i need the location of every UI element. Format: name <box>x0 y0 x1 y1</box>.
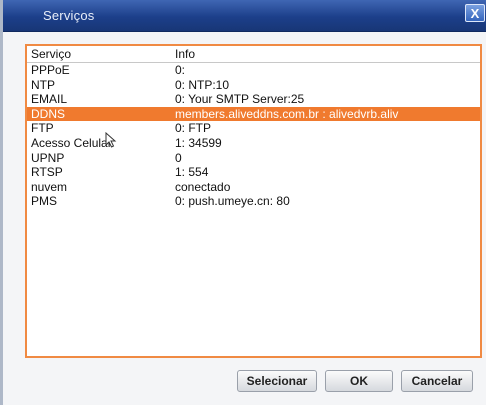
column-header-service[interactable]: Serviço <box>27 46 175 62</box>
table-row[interactable]: PPPoE 0: <box>27 63 480 78</box>
service-name: UPNP <box>31 150 65 165</box>
service-info: 0 <box>175 150 182 165</box>
service-info: 0: FTP <box>175 121 212 136</box>
service-info: 0: <box>175 63 186 77</box>
title-bar[interactable]: Serviços X <box>3 0 486 32</box>
services-dialog: Serviços X Serviço Info PPPoE 0: NTP 0: … <box>0 0 486 405</box>
service-info: 1: 34599 <box>175 135 222 150</box>
service-name: PPPoE <box>31 63 70 77</box>
close-icon[interactable]: X <box>465 4 485 22</box>
column-header-info[interactable]: Info <box>175 46 480 62</box>
service-name: DDNS <box>31 106 66 121</box>
service-name: NTP <box>31 77 55 92</box>
table-row[interactable]: EMAIL 0: Your SMTP Server:25 <box>27 92 480 107</box>
service-name: PMS <box>31 194 58 209</box>
table-row[interactable]: RTSP 1: 554 <box>27 165 480 180</box>
select-button[interactable]: Selecionar <box>237 370 317 392</box>
service-name: Acesso Celular <box>31 135 112 150</box>
service-name: FTP <box>31 121 54 136</box>
service-info: 0: NTP:10 <box>175 77 230 92</box>
service-info: conectado <box>175 179 231 194</box>
service-info: 0: push.umeye.cn: 80 <box>175 194 290 209</box>
table-row[interactable]: NTP 0: NTP:10 <box>27 78 480 93</box>
table-row[interactable]: FTP 0: FTP <box>27 121 480 136</box>
table-row[interactable]: nuvem conectado <box>27 180 480 195</box>
table-row[interactable]: UPNP 0 <box>27 151 480 166</box>
table-row[interactable]: PMS 0: push.umeye.cn: 80 <box>27 194 480 209</box>
dialog-buttons: Selecionar OK Cancelar <box>237 370 473 392</box>
service-name: RTSP <box>31 165 63 180</box>
dialog-title: Serviços <box>43 8 95 23</box>
service-info: 0: Your SMTP Server:25 <box>175 92 305 107</box>
services-table: Serviço Info PPPoE 0: NTP 0: NTP:10 EMAI… <box>25 44 482 358</box>
table-row[interactable]: Acesso Celular 1: 34599 <box>27 136 480 151</box>
ok-button[interactable]: OK <box>325 370 393 392</box>
table-row-selected[interactable]: DDNS members.aliveddns.com.br : alivedvr… <box>27 106 480 122</box>
service-info: members.aliveddns.com.br : alivedvrb.ali… <box>175 106 399 121</box>
service-name: nuvem <box>31 179 68 194</box>
service-info: 1: 554 <box>175 165 209 180</box>
table-header: Serviço Info <box>27 46 480 63</box>
service-name: EMAIL <box>31 92 68 107</box>
cancel-button[interactable]: Cancelar <box>401 370 473 392</box>
